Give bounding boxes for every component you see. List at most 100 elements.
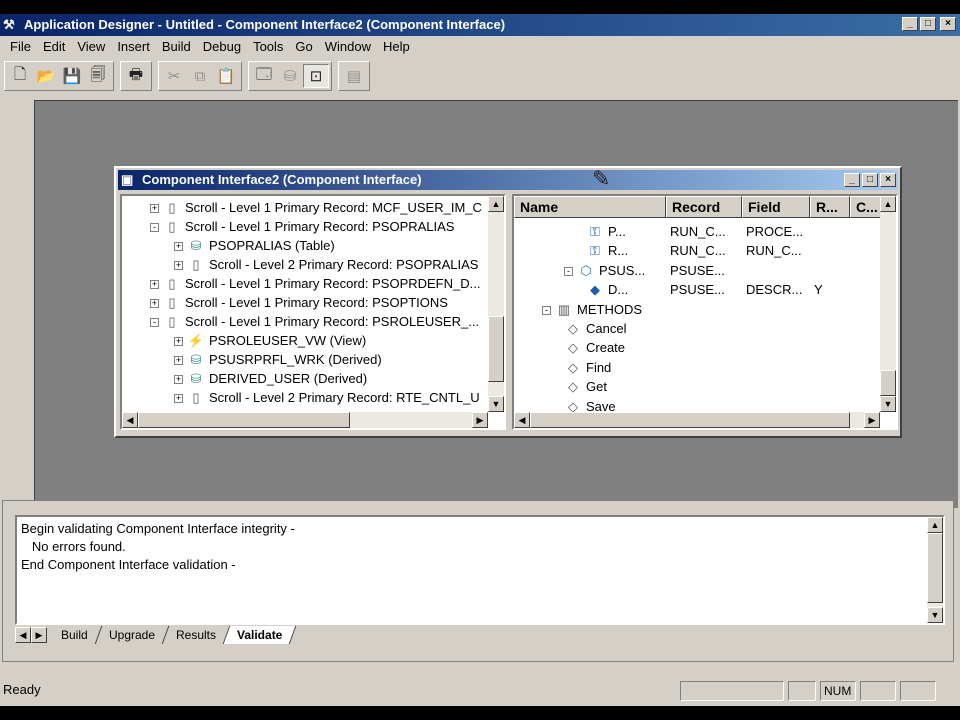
collapse-icon[interactable]: - [564, 266, 573, 276]
expand-icon[interactable]: + [174, 242, 183, 252]
grid-scroll-left-arrow-icon[interactable]: ◀ [514, 412, 530, 428]
tree-node[interactable]: + ⛁ PSOPRALIAS (Table) [174, 236, 335, 255]
expand-icon[interactable]: + [174, 394, 183, 404]
output-scroll-up-arrow-icon[interactable]: ▲ [927, 517, 943, 533]
left-horizontal-scrollbar[interactable]: ◀ ▶ [122, 412, 488, 428]
scroll-right-arrow-icon[interactable]: ▶ [472, 412, 488, 428]
grid-row-name[interactable]: ◆ D... [586, 280, 628, 299]
tab-next-arrow-icon[interactable]: ▶ [31, 627, 47, 643]
grid-cell-record: RUN_C... [670, 243, 726, 259]
output-scroll-thumb[interactable] [927, 533, 943, 603]
project-icon[interactable]: 🗔 [251, 64, 277, 88]
menu-go[interactable]: Go [289, 36, 318, 58]
menu-build[interactable]: Build [156, 36, 197, 58]
menu-view[interactable]: View [71, 36, 111, 58]
grid-row-name[interactable]: ⚿ P... [586, 222, 626, 241]
component-interface-window: ▣ Component Interface2 (Component Interf… [114, 166, 902, 438]
close-button[interactable]: × [940, 17, 956, 31]
interface-grid-pane[interactable]: Name Record Field R... C... ⚿ P... RUN_C..… [512, 194, 898, 430]
new-file-icon[interactable]: 🗋 [7, 64, 33, 88]
grid-scroll-thumb[interactable] [880, 370, 896, 396]
tree-node[interactable]: + ▯ Scroll - Level 1 Primary Record: PSOPT… [150, 293, 448, 312]
expand-icon[interactable]: + [174, 375, 183, 385]
tree-node[interactable]: + ⚡ PSROLEUSER_VW (View) [174, 331, 366, 350]
menu-file[interactable]: File [4, 36, 37, 58]
save-icon[interactable]: 💾 [59, 64, 85, 88]
menu-window[interactable]: Window [319, 36, 377, 58]
menu-debug[interactable]: Debug [197, 36, 247, 58]
tree-node[interactable]: + ▯ Scroll - Level 2 Primary Record: RTE_C… [174, 388, 480, 407]
open-folder-icon[interactable]: 📂 [33, 64, 59, 88]
grid-scroll-up-arrow-icon[interactable]: ▲ [880, 196, 896, 212]
column-header-name[interactable]: Name [514, 196, 666, 218]
save-all-icon[interactable]: 🗐 [85, 64, 111, 88]
upgrade-icon[interactable]: ⛁ [277, 64, 303, 88]
maximize-button[interactable]: □ [920, 17, 936, 31]
grid-row-name[interactable]: - ⬡ PSUS... [564, 261, 645, 280]
expand-icon[interactable]: + [174, 261, 183, 271]
properties-icon[interactable]: ▤ [341, 64, 367, 88]
collapse-icon[interactable]: - [150, 223, 159, 233]
grid-row-name[interactable]: ◇ Get [564, 377, 607, 396]
tab-prev-arrow-icon[interactable]: ◀ [15, 627, 31, 643]
grid-row-name[interactable]: - ▥ METHODS [542, 300, 642, 319]
cut-icon[interactable]: ✂ [161, 64, 187, 88]
column-header-c[interactable]: C... [850, 196, 884, 218]
tab-validate[interactable]: Validate [223, 626, 297, 644]
output-window: Begin validating Component Interface int… [2, 500, 954, 662]
tree-node[interactable]: + ▯ Scroll - Level 1 Primary Record: PSOPR… [150, 274, 480, 293]
paste-icon[interactable]: 📋 [213, 64, 239, 88]
collapse-icon[interactable]: - [150, 318, 159, 328]
copy-icon[interactable]: ⧉ [187, 64, 213, 88]
expand-icon[interactable]: + [150, 280, 159, 290]
grid-row-name[interactable]: ◇ Find [564, 358, 611, 377]
scroll-thumb[interactable] [488, 316, 504, 382]
scroll-down-arrow-icon[interactable]: ▼ [488, 396, 504, 412]
left-vertical-scrollbar[interactable]: ▲ ▼ [488, 196, 504, 412]
expand-icon[interactable]: + [150, 204, 159, 214]
column-header-field[interactable]: Field [742, 196, 810, 218]
expand-icon[interactable]: + [150, 299, 159, 309]
right-horizontal-scrollbar[interactable]: ◀ ▶ [514, 412, 880, 428]
hscroll-thumb[interactable] [138, 412, 350, 428]
grid-scroll-down-arrow-icon[interactable]: ▼ [880, 396, 896, 412]
print-icon[interactable]: 🖶 [123, 64, 149, 88]
tree-node[interactable]: + ▯ Scroll - Level 2 Primary Record: PSOPR… [174, 255, 478, 274]
grid-scroll-right-arrow-icon[interactable]: ▶ [864, 412, 880, 428]
expand-icon[interactable]: + [174, 356, 183, 366]
scroll-up-arrow-icon[interactable]: ▲ [488, 196, 504, 212]
tab-build[interactable]: Build [47, 626, 102, 644]
tab-upgrade[interactable]: Upgrade [95, 626, 169, 644]
child-minimize-button[interactable]: _ [844, 173, 860, 187]
scroll-left-arrow-icon[interactable]: ◀ [122, 412, 138, 428]
output-scroll-down-arrow-icon[interactable]: ▼ [927, 607, 943, 623]
grid-row-name[interactable]: ◇ Create [564, 338, 625, 357]
output-vertical-scrollbar[interactable]: ▲ ▼ [927, 517, 943, 623]
validate-icon[interactable]: ⊡ [303, 64, 329, 88]
child-close-button[interactable]: × [880, 173, 896, 187]
menu-tools[interactable]: Tools [247, 36, 289, 58]
child-maximize-button[interactable]: □ [862, 173, 878, 187]
expand-icon[interactable]: + [174, 337, 183, 347]
output-text-area[interactable]: Begin validating Component Interface int… [15, 515, 945, 625]
component-tree-pane[interactable]: + ▯ Scroll - Level 1 Primary Record: MCF_U… [120, 194, 506, 430]
collapse-icon[interactable]: - [542, 305, 551, 315]
tree-node[interactable]: - ▯ Scroll - Level 1 Primary Record: PSOPR… [150, 217, 454, 236]
minimize-button[interactable]: _ [902, 17, 918, 31]
column-header-r[interactable]: R... [810, 196, 850, 218]
menu-insert[interactable]: Insert [111, 36, 156, 58]
tree-node[interactable]: + ⛁ PSUSRPRFL_WRK (Derived) [174, 350, 382, 369]
right-vertical-scrollbar[interactable]: ▲ ▼ [880, 196, 896, 412]
grid-row-name[interactable]: ◇ Cancel [564, 319, 626, 338]
grid-hscroll-thumb[interactable] [530, 412, 850, 428]
column-header-record[interactable]: Record [666, 196, 742, 218]
window-title: Application Designer - Untitled - Compon… [24, 17, 506, 32]
tree-node[interactable]: + ▯ Scroll - Level 1 Primary Record: MCF_U… [150, 198, 482, 217]
tab-results[interactable]: Results [162, 626, 231, 644]
menu-help[interactable]: Help [377, 36, 416, 58]
menu-edit[interactable]: Edit [37, 36, 71, 58]
tree-node[interactable]: + ⛁ DERIVED_USER (Derived) [174, 369, 367, 388]
tree-node[interactable]: - ▯ Scroll - Level 1 Primary Record: PSROL… [150, 312, 479, 331]
tree-node-label: Scroll - Level 2 Primary Record: RTE_CNT… [209, 390, 480, 405]
grid-row-name[interactable]: ⚿ R... [586, 241, 628, 260]
